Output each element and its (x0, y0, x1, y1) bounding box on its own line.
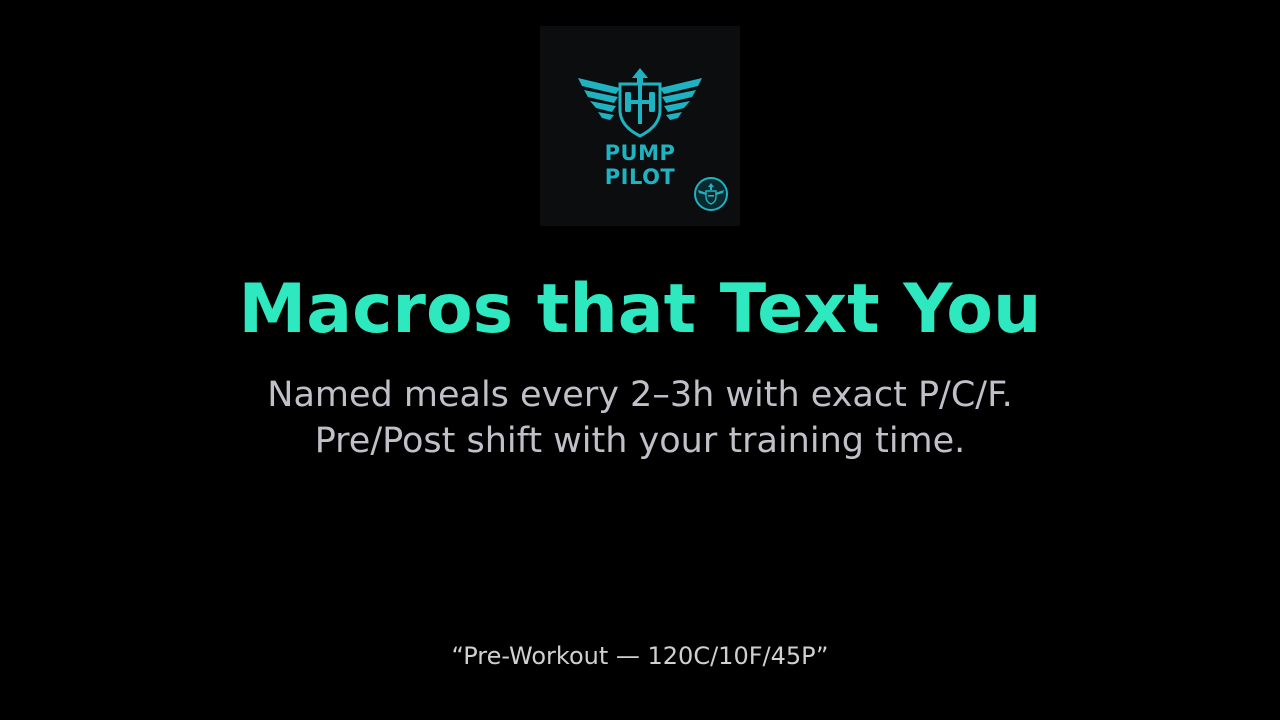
subheadline-line-1: Named meals every 2–3h with exact P/C/F. (267, 375, 1013, 415)
app-logo: PUMP PILOT (540, 26, 740, 226)
example-meal-quote: “Pre-Workout — 120C/10F/45P” (451, 642, 829, 670)
page-headline: Macros that Text You (238, 270, 1042, 349)
subheadline-line-2: Pre/Post shift with your training time. (314, 421, 966, 461)
logo-word-pump: PUMP (604, 141, 676, 165)
winged-dumbbell-arrow-icon (578, 68, 702, 138)
mini-emblem-badge-icon (694, 177, 728, 211)
